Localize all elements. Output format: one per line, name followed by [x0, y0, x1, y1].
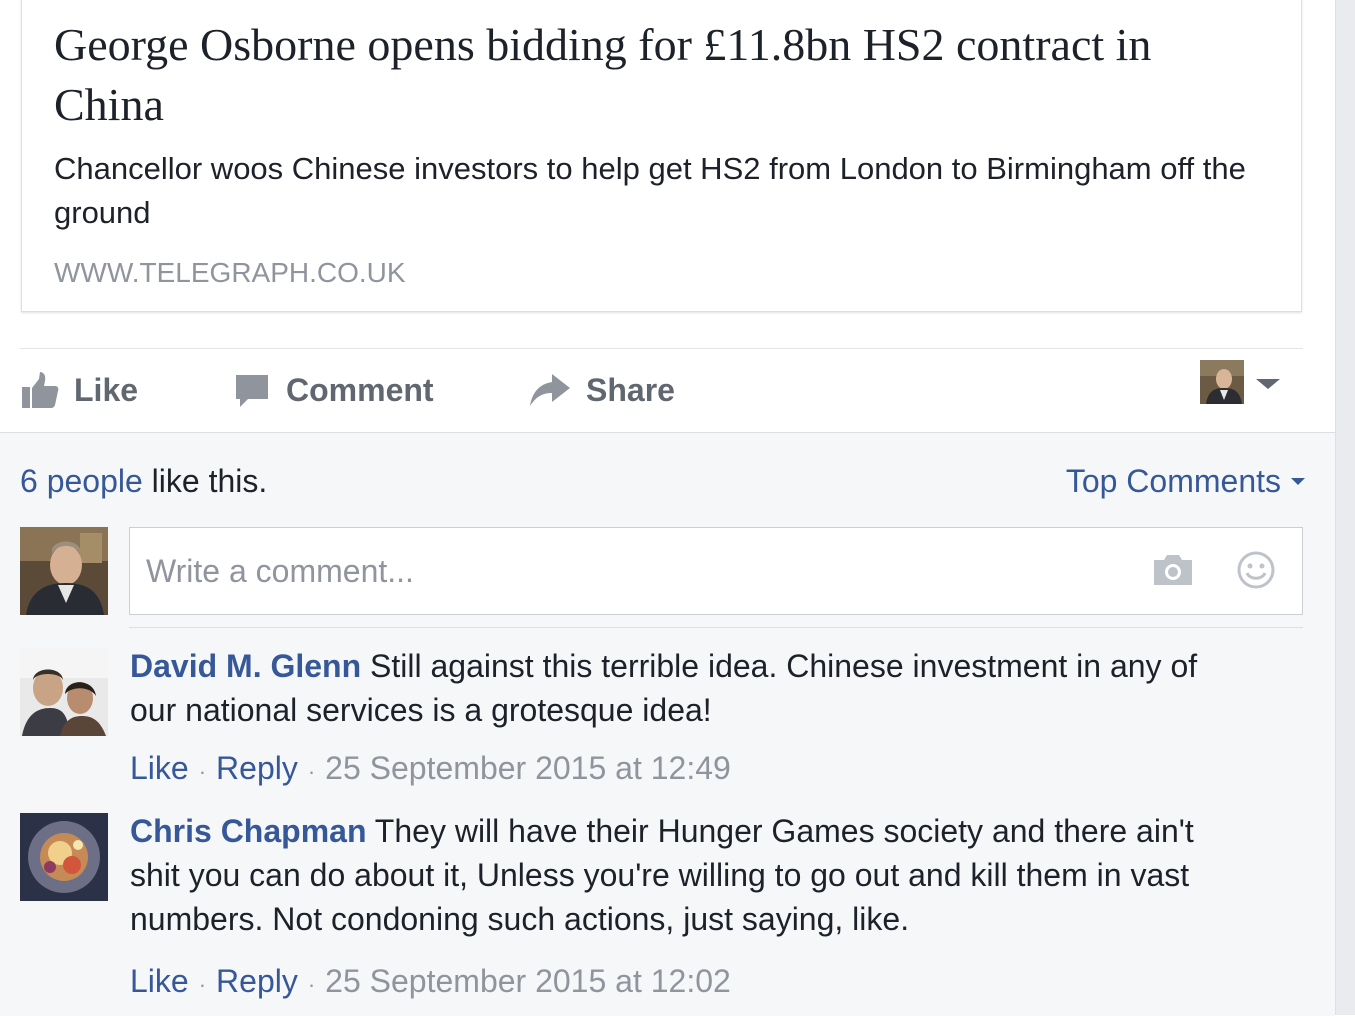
post-as-selector[interactable] [1200, 359, 1280, 409]
comment-button[interactable]: Comment [232, 366, 434, 414]
chevron-down-icon [1256, 379, 1280, 389]
likes-count-link[interactable]: 6 people [20, 463, 143, 499]
comment-actions: Like · Reply · 25 September 2015 at 12:49 [130, 750, 731, 786]
comment-input-placeholder: Write a comment... [146, 553, 414, 589]
comment-like-link[interactable]: Like [130, 963, 189, 999]
action-bar-divider [20, 348, 1303, 349]
thumbs-up-icon [20, 370, 60, 410]
comment-sort-dropdown[interactable]: Top Comments [1066, 461, 1305, 501]
comment-author[interactable]: Chris Chapman [130, 813, 366, 849]
likes-summary-suffix: like this. [142, 463, 268, 499]
comment-reply-link[interactable]: Reply [216, 750, 298, 786]
comment-body: Chris Chapman They will have their Hunge… [130, 809, 1250, 941]
share-button[interactable]: Share [528, 366, 675, 414]
likes-summary: 6 people like this. [20, 461, 267, 501]
share-arrow-icon [528, 370, 572, 410]
comment-button-label: Comment [286, 371, 434, 408]
comment-avatar[interactable] [20, 813, 108, 901]
comment-body: David M. Glenn Still against this terrib… [130, 644, 1250, 732]
smiley-icon[interactable] [1236, 550, 1276, 595]
composer-avatar [20, 527, 108, 615]
comment-sort-label: Top Comments [1065, 463, 1281, 499]
comments-section: 6 people like this. Top Comments Write a… [0, 432, 1335, 1016]
comment-avatar[interactable] [20, 648, 108, 736]
like-button-label: Like [74, 371, 139, 408]
comment-actions: Like · Reply · 25 September 2015 at 12:02 [130, 963, 731, 999]
chevron-down-icon [1291, 477, 1305, 485]
link-title[interactable]: George Osborne opens bidding for £11.8bn… [54, 15, 1234, 135]
comment-timestamp[interactable]: 25 September 2015 at 12:02 [325, 963, 731, 999]
comment-reply-link[interactable]: Reply [216, 963, 298, 999]
composer-divider [129, 627, 1303, 628]
comment-timestamp[interactable]: 25 September 2015 at 12:49 [325, 750, 731, 786]
comment-like-link[interactable]: Like [130, 750, 189, 786]
link-domain: WWW.TELEGRAPH.CO.UK [54, 257, 406, 288]
camera-icon[interactable] [1152, 552, 1194, 593]
link-preview-card[interactable]: George Osborne opens bidding for £11.8bn… [21, 0, 1302, 312]
comment-input[interactable]: Write a comment... [129, 527, 1303, 615]
speech-bubble-icon [232, 370, 272, 410]
right-gutter [1335, 0, 1355, 1015]
viewer-avatar [1200, 359, 1244, 409]
post: George Osborne opens bidding for £11.8bn… [0, 0, 1335, 1016]
link-description: Chancellor woos Chinese investors to hel… [54, 151, 1246, 230]
comment-author[interactable]: David M. Glenn [130, 648, 361, 684]
share-button-label: Share [586, 371, 675, 408]
like-button[interactable]: Like [20, 366, 138, 414]
